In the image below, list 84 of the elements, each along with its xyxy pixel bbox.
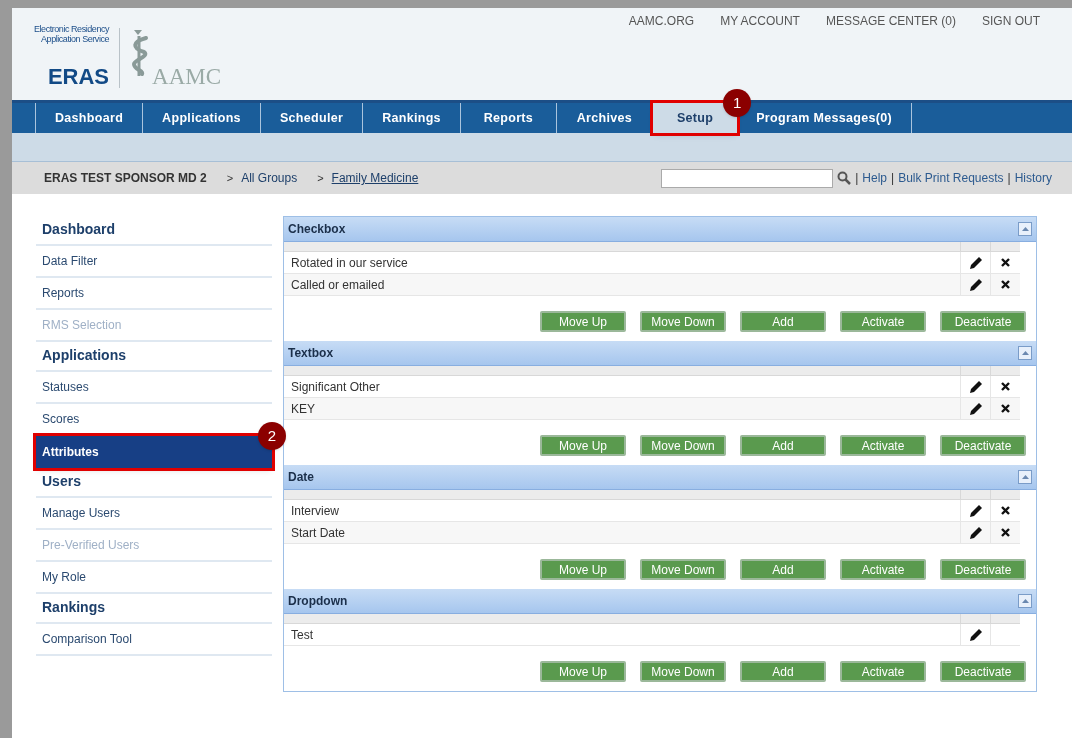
panel-button[interactable]: Move Down (640, 435, 726, 456)
caret-up-icon (1021, 599, 1029, 603)
panel-button[interactable]: Deactivate (940, 661, 1026, 682)
delete-icon[interactable] (1001, 280, 1010, 289)
sidebar-item[interactable]: Data Filter (36, 246, 272, 278)
sidebar-heading: Dashboard (42, 220, 116, 239)
panel-button[interactable]: Deactivate (940, 311, 1026, 332)
panel-button[interactable]: Move Down (640, 559, 726, 580)
partner-logo-text: AAMC (152, 65, 222, 88)
panel-button[interactable]: Activate (840, 435, 926, 456)
search-field[interactable] (661, 168, 834, 188)
sidebar-heading: Rankings (42, 598, 105, 617)
logo-tagline: Application Service (41, 34, 110, 44)
delete-icon[interactable] (1001, 258, 1010, 267)
collapse-button[interactable] (1018, 346, 1032, 360)
sidebar-heading: Applications (42, 346, 126, 365)
section-title: Textbox (288, 345, 334, 362)
panel-button[interactable]: Move Up (540, 559, 626, 580)
delete-icon[interactable] (1001, 382, 1010, 391)
panel-button[interactable]: Activate (840, 559, 926, 580)
panel-button[interactable]: Add (740, 311, 826, 332)
utility-link[interactable]: History (1014, 169, 1052, 187)
sidebar-item[interactable]: Reports (36, 278, 272, 310)
delete-icon[interactable] (1001, 528, 1010, 537)
top-link[interactable]: MY ACCOUNT (720, 12, 800, 30)
panel-button[interactable]: Move Up (540, 311, 626, 332)
collapse-button[interactable] (1018, 470, 1032, 484)
delete-icon[interactable] (1001, 404, 1010, 413)
sidebar-item[interactable]: Manage Users (36, 498, 272, 530)
caret-up-icon (1021, 351, 1029, 355)
table-cell-text: Called or emailed (290, 276, 386, 294)
sidebar-item[interactable]: My Role (36, 562, 272, 594)
delete-icon[interactable] (1001, 506, 1010, 515)
logo-wordmark: ERAS (47, 66, 110, 88)
edit-icon[interactable] (969, 526, 982, 539)
edit-icon[interactable] (969, 402, 982, 415)
table-cell-text: Significant Other (290, 378, 381, 396)
utility-link[interactable]: Bulk Print Requests (898, 169, 1004, 187)
panel-button[interactable]: Move Up (540, 661, 626, 682)
panel-button[interactable]: Move Up (540, 435, 626, 456)
breadcrumb-link[interactable]: Family Medicine (331, 169, 419, 187)
top-link[interactable]: SIGN OUT (982, 12, 1040, 30)
edit-icon[interactable] (969, 628, 982, 641)
link-separator: | (855, 170, 859, 187)
table-cell-text: Interview (290, 502, 341, 520)
top-link[interactable]: AAMC.ORG (628, 12, 695, 30)
caret-up-icon (1021, 227, 1029, 231)
panel-button[interactable]: Deactivate (940, 559, 1026, 580)
sidebar-item[interactable]: Comparison Tool (36, 624, 272, 656)
breadcrumb-link[interactable]: All Groups (241, 169, 298, 187)
breadcrumb-arrow: > (317, 170, 324, 186)
caret-up-icon (1021, 475, 1029, 479)
panel-button[interactable]: Activate (840, 661, 926, 682)
collapse-button[interactable] (1018, 594, 1032, 608)
sidebar-item[interactable]: Statuses (36, 372, 272, 404)
link-separator: | (1007, 170, 1011, 187)
table-cell-text: Rotated in our service (290, 254, 409, 272)
sidebar-heading: Users (42, 472, 81, 491)
table-cell-text: KEY (290, 400, 316, 418)
collapse-button[interactable] (1018, 222, 1032, 236)
section-title: Dropdown (288, 593, 348, 610)
panel-button[interactable]: Deactivate (940, 435, 1026, 456)
panel-button[interactable]: Activate (840, 311, 926, 332)
utility-link[interactable]: Help (862, 169, 887, 187)
edit-icon[interactable] (969, 504, 982, 517)
link-separator: | (891, 170, 895, 187)
callout-badge: 2 (258, 422, 286, 450)
breadcrumb-arrow: > (226, 170, 234, 186)
search-icon[interactable] (837, 171, 852, 185)
edit-icon[interactable] (969, 256, 982, 269)
edit-icon[interactable] (969, 380, 982, 393)
section-title: Date (288, 469, 314, 486)
section-title: Checkbox (288, 221, 346, 238)
logo-tagline: Electronic Residency (34, 24, 110, 34)
panel-button[interactable]: Add (740, 661, 826, 682)
table-cell-text: Test (290, 626, 314, 644)
edit-icon[interactable] (969, 278, 982, 291)
panel-button[interactable]: Add (740, 435, 826, 456)
panel-button[interactable]: Move Down (640, 311, 726, 332)
top-link[interactable]: MESSAGE CENTER (0) (825, 12, 956, 30)
table-cell-text: Start Date (290, 524, 347, 542)
panel-button[interactable]: Add (740, 559, 826, 580)
panel-button[interactable]: Move Down (640, 661, 726, 682)
sponsor-name: ERAS TEST SPONSOR MD 2 (44, 170, 207, 187)
